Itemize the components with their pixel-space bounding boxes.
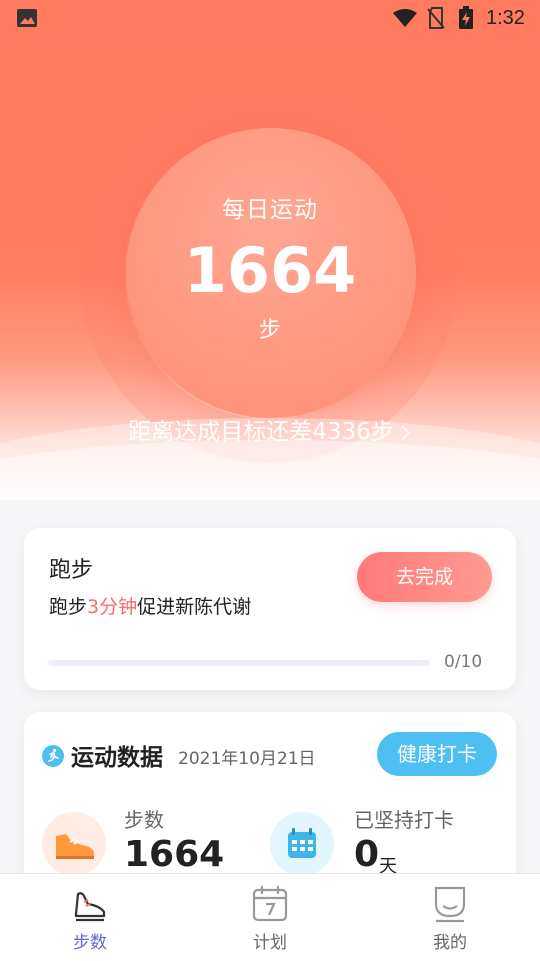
image-notification-icon — [17, 9, 37, 27]
task-progress-text: 0/10 — [444, 652, 483, 672]
tab-steps[interactable]: 步数 — [0, 874, 180, 961]
steps-stat-label: 步数 — [124, 808, 164, 832]
tab-mine-label: 我的 — [433, 933, 467, 953]
steps-stat-value: 1664 — [124, 834, 225, 875]
shoe-icon-badge — [42, 812, 106, 876]
task-progress-bar — [48, 660, 430, 666]
step-unit: 步 — [258, 318, 281, 343]
tab-mine[interactable]: 我的 — [360, 874, 540, 961]
chevron-right-icon — [401, 424, 411, 441]
step-count: 1664 — [183, 234, 357, 307]
calendar-icon-badge — [270, 812, 334, 876]
goal-remaining-link[interactable]: 距离达成目标还差4336步 — [0, 412, 540, 446]
streak-stat-value: 0 — [354, 834, 380, 875]
sport-data-date: 2021年10月21日 — [178, 749, 316, 769]
streak-stat-label: 已坚持打卡 — [354, 808, 454, 832]
task-desc-highlight: 3分钟 — [87, 596, 138, 618]
calendar-check-icon — [288, 828, 316, 858]
daily-exercise-label: 每日运动 — [222, 197, 318, 223]
calendar-icon — [252, 886, 288, 922]
status-bar: 1:32 — [0, 0, 540, 36]
goal-remaining-text: 距离达成目标还差4336步 — [128, 419, 394, 445]
bottom-tab-bar: 步数 计划 我的 — [0, 873, 540, 961]
battery-charging-icon — [459, 6, 473, 29]
task-description: 跑步3分钟促进新陈代谢 — [49, 592, 251, 619]
shoe-icon — [74, 892, 106, 922]
running-person-icon — [42, 745, 64, 767]
tab-plan-label: 计划 — [253, 933, 287, 953]
sneaker-icon — [56, 834, 94, 859]
wifi-icon — [393, 9, 417, 27]
task-desc-suffix: 促进新陈代谢 — [137, 596, 252, 618]
sport-data-title: 运动数据 — [71, 745, 163, 771]
tab-steps-label: 步数 — [73, 933, 107, 953]
task-title: 跑步 — [49, 558, 94, 583]
task-desc-prefix: 跑步 — [49, 596, 88, 618]
running-task-card: 跑步 跑步3分钟促进新陈代谢 去完成 0/10 — [24, 528, 516, 690]
profile-icon — [434, 886, 466, 923]
no-sim-icon — [427, 7, 445, 29]
hero-wave-2 — [0, 440, 540, 500]
tab-plan[interactable]: 计划 — [180, 874, 360, 961]
go-complete-button[interactable]: 去完成 — [357, 552, 492, 602]
health-checkin-button[interactable]: 健康打卡 — [377, 732, 497, 776]
status-time: 1:32 — [486, 7, 525, 29]
